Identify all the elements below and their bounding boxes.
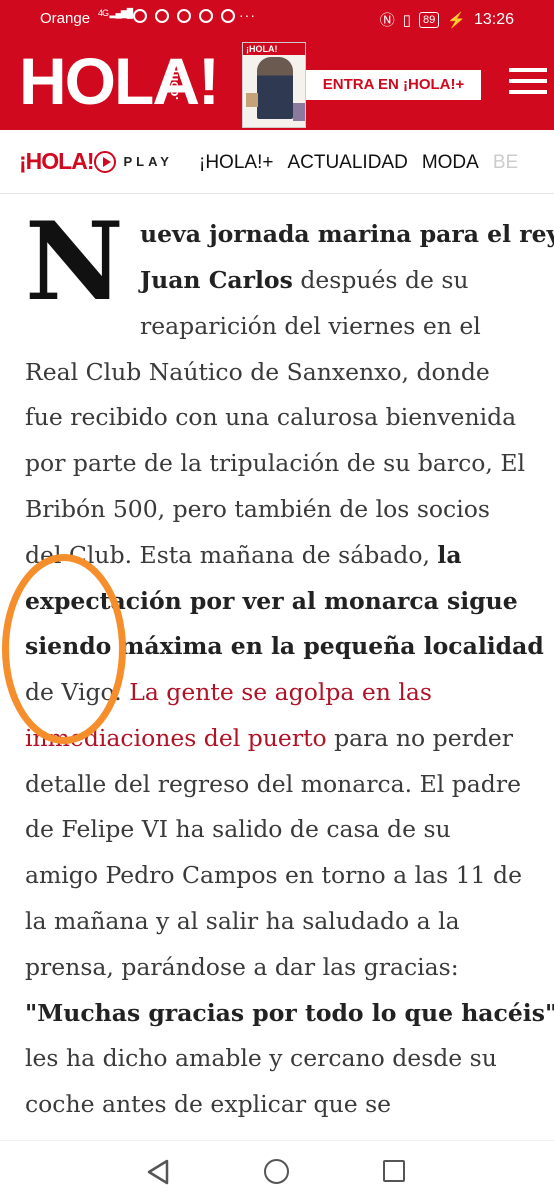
clock: 13:26: [473, 10, 514, 28]
article-line: prensa, parándose a dar las gracias:: [25, 953, 459, 981]
nav-link-moda[interactable]: MODA: [422, 152, 479, 174]
menu-bar: [509, 68, 547, 72]
chrome-icon: [177, 9, 191, 23]
article-line: ueva jornada marina para el rey: [140, 220, 554, 248]
battery-icon: 89: [419, 11, 440, 28]
play-word: PLAY: [123, 154, 173, 169]
magazine-cover-image[interactable]: ¡HOLA!: [242, 42, 306, 128]
hola-play-brand: ¡HOLA!: [19, 148, 94, 174]
play-icon: [94, 150, 117, 173]
status-bar: Orange 4G ▂▄▆█ ··· Ⓝ ▯ 89 ⚡ 13:26: [0, 0, 554, 38]
article-line: la mañana y al salir ha saludado a la: [25, 907, 460, 935]
menu-bar: [509, 79, 547, 83]
section-nav: ¡HOLA! PLAY ¡HOLA!+ ACTUALIDAD MODA BE: [0, 130, 554, 194]
hola-play-logo[interactable]: ¡HOLA! PLAY: [19, 148, 173, 175]
article-line: de Felipe VI ha salido de casa de su: [25, 815, 451, 843]
bold-text: Juan Carlos: [140, 266, 293, 294]
nav-links: ¡HOLA!+ ACTUALIDAD MODA BE: [199, 152, 518, 174]
chrome-icon: [199, 9, 213, 23]
chrome-icon: [221, 9, 235, 23]
drop-cap: N: [25, 199, 124, 325]
article-line: amigo Pedro Campos en torno a las 11 de: [25, 861, 522, 889]
hola-logo[interactable]: HOLA!: [19, 48, 220, 114]
nav-link-actualidad[interactable]: ACTUALIDAD: [287, 152, 407, 174]
nav-link-hola-plus[interactable]: ¡HOLA!+: [199, 152, 273, 174]
magazine-cover-thumb: [246, 93, 258, 107]
network-signal-icon: 4G ▂▄▆█: [98, 8, 133, 18]
text: después de su: [292, 266, 469, 294]
magazine-cover-photo: [257, 57, 293, 119]
article-line: Bribón 500, pero también de los socios: [25, 495, 490, 523]
bold-text: la: [437, 541, 462, 569]
menu-bar: [509, 90, 547, 94]
vibrate-icon: ▯: [402, 11, 412, 29]
article-line: les ha dicho amable y cercano desde su: [25, 1044, 497, 1072]
article-line: reaparición del viernes en el: [140, 312, 481, 340]
magazine-cover-thumb: [293, 103, 305, 121]
highlight-circle-annotation: [2, 554, 126, 744]
article-line: Juan Carlos después de su: [140, 258, 469, 304]
text: para no perder: [326, 724, 514, 752]
magazine-cover-title: ¡HOLA!: [243, 43, 305, 55]
home-icon[interactable]: [264, 1159, 289, 1184]
hamburger-menu-icon[interactable]: [509, 68, 547, 98]
notification-icons: [133, 9, 235, 23]
enter-hola-plus-button[interactable]: ENTRA EN ¡HOLA!+: [306, 70, 481, 100]
more-notifications-icon: ···: [239, 7, 256, 23]
article-line: coche antes de explicar que se: [25, 1090, 392, 1118]
article-line: Real Club Naútico de Sanxenxo, donde: [25, 358, 490, 386]
nav-link-belleza[interactable]: BE: [493, 152, 518, 174]
chrome-icon: [133, 9, 147, 23]
status-right: Ⓝ ▯ 89 ⚡ 13:26: [380, 9, 514, 30]
article-line: fue recibido con una calurosa bienvenida: [25, 403, 517, 431]
article-line: detalle del regreso del monarca. El padr…: [25, 770, 521, 798]
back-icon[interactable]: [146, 1159, 170, 1185]
site-header: HOLA! .com ¡HOLA! ENTRA EN ¡HOLA!+: [0, 38, 554, 130]
carrier-name: Orange: [40, 10, 91, 27]
article-line: "Muchas gracias por todo lo que hacéis",: [25, 999, 554, 1027]
chrome-icon: [155, 9, 169, 23]
article-line: por parte de la tripulación de su barco,…: [25, 449, 526, 477]
network-type: 4G: [98, 8, 109, 18]
article-link[interactable]: La gente se agolpa en las: [129, 678, 432, 706]
nfc-icon: Ⓝ: [379, 12, 395, 29]
logo-com-suffix: .com: [166, 69, 181, 100]
recent-apps-icon[interactable]: [383, 1160, 405, 1182]
battery-saver-icon: ⚡: [447, 11, 466, 29]
android-nav-bar: [0, 1140, 554, 1200]
